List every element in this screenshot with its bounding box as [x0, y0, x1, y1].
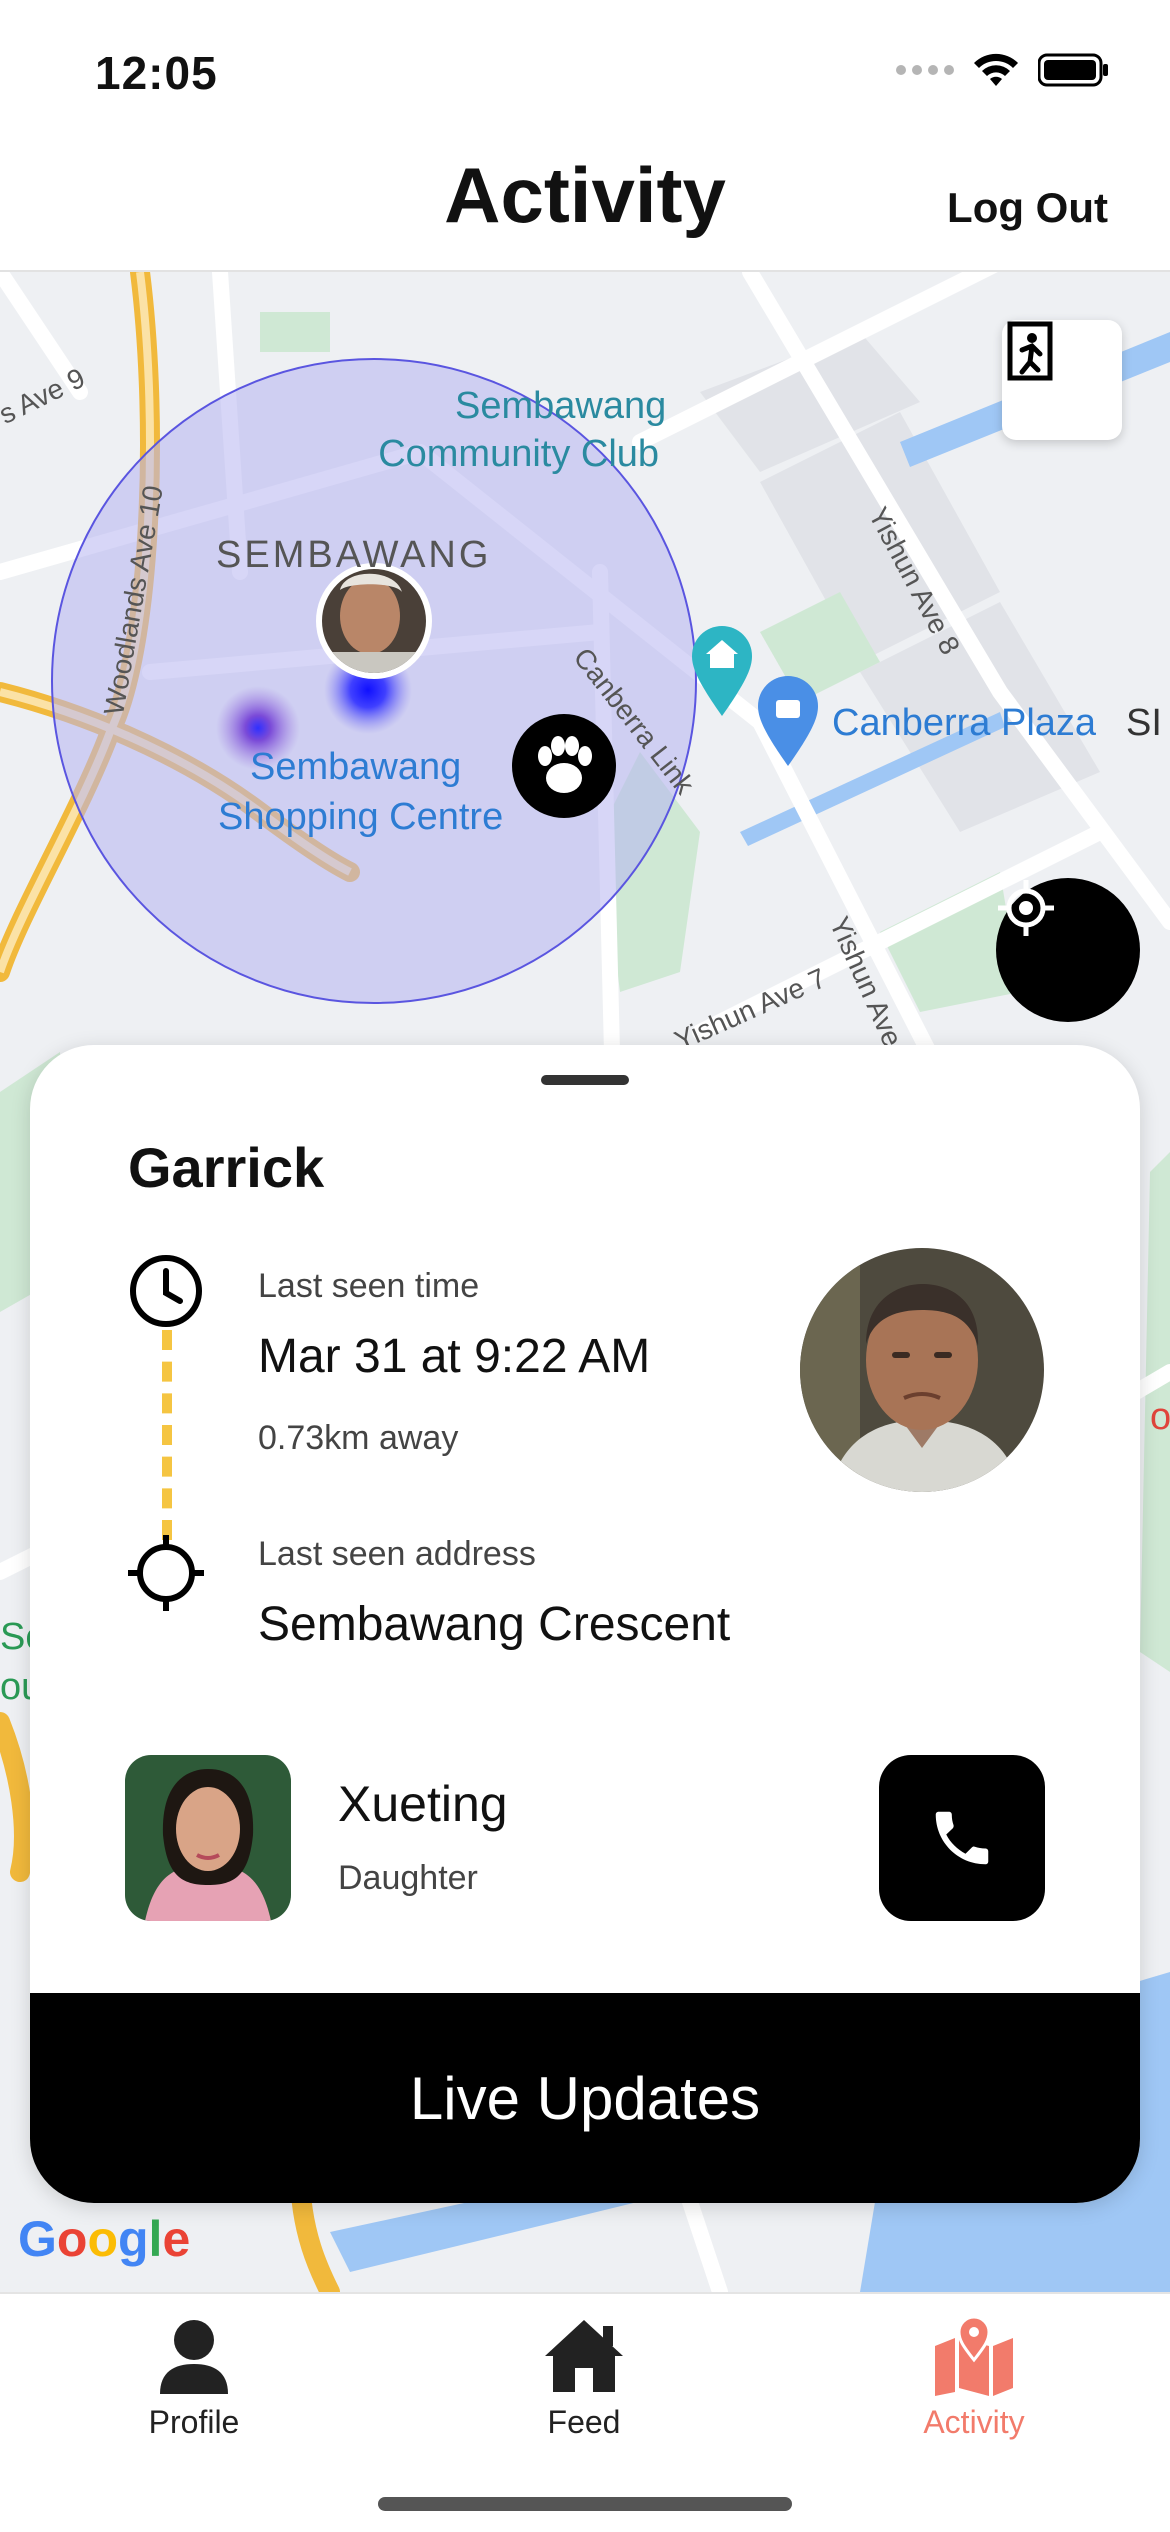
last-seen-address-label: Last seen address: [258, 1535, 536, 1573]
tab-activity[interactable]: Activity: [844, 2316, 1104, 2486]
top-header: Activity Log Out: [0, 140, 1170, 272]
app-screen: 12:05 Activity Log Out Sembawang Communi…: [0, 0, 1170, 2532]
clock-icon: [130, 1255, 202, 1327]
logout-button[interactable]: Log Out: [947, 184, 1108, 232]
wifi-icon: [974, 53, 1018, 86]
person-avatar: [800, 1248, 1044, 1492]
shopping-centre-label: Sembawang Shopping Centre: [218, 746, 504, 838]
contact-name: Xueting: [338, 1776, 508, 1832]
last-seen-address-value: Sembawang Crescent: [258, 1598, 731, 1651]
tab-label-profile: Profile: [148, 2404, 240, 2440]
live-updates-button[interactable]: Live Updates: [30, 1993, 1140, 2203]
partial-label-si: SI: [1126, 702, 1162, 744]
person-name: Garrick: [128, 1136, 325, 1199]
right-partial-label: o: [1150, 1396, 1170, 1438]
distance-value: 0.73km away: [258, 1419, 459, 1457]
last-seen-time-value: Mar 31 at 9:22 AM: [258, 1330, 651, 1383]
map-pin-icon: [935, 2316, 1013, 2396]
home-icon: [545, 2320, 623, 2392]
status-icons: [896, 52, 1110, 88]
contact-avatar: [125, 1755, 291, 1921]
google-logo: Google: [18, 2211, 191, 2267]
tab-profile[interactable]: Profile: [64, 2316, 324, 2486]
call-button[interactable]: [879, 1755, 1045, 1921]
bottom-tab-bar: Profile Feed Activity: [0, 2292, 1170, 2532]
person-icon: [160, 2320, 228, 2394]
canberra-plaza-label: Canberra Plaza: [832, 702, 1097, 744]
tab-label-feed: Feed: [547, 2404, 621, 2440]
tab-label-activity: Activity: [923, 2404, 1025, 2440]
community-club-label: Sembawang Community Club: [378, 385, 667, 475]
crosshair-icon: [998, 880, 1054, 936]
status-bar: 12:05: [0, 0, 1170, 140]
last-seen-time-label: Last seen time: [258, 1267, 480, 1305]
tab-feed[interactable]: Feed: [454, 2316, 714, 2486]
home-indicator: [378, 2497, 792, 2511]
phone-icon: [935, 1811, 989, 1865]
contact-relation: Daughter: [338, 1859, 478, 1897]
area-label: SEMBAWANG: [216, 534, 492, 576]
locate-me-button[interactable]: [996, 878, 1140, 1022]
status-time: 12:05: [95, 47, 218, 99]
exit-door-icon: [1007, 321, 1053, 381]
person-detail-card: Garrick Last seen time Mar 31 at 9:22 AM…: [30, 1045, 1140, 2203]
sheet-drag-handle[interactable]: [541, 1075, 629, 1085]
location-target-icon: [128, 1535, 204, 1611]
signal-icon: [896, 65, 954, 75]
exit-zone-button[interactable]: [1002, 320, 1122, 440]
timeline-connector: [162, 1330, 174, 1540]
battery-icon: [1038, 53, 1108, 87]
paw-marker-icon: [512, 714, 616, 818]
